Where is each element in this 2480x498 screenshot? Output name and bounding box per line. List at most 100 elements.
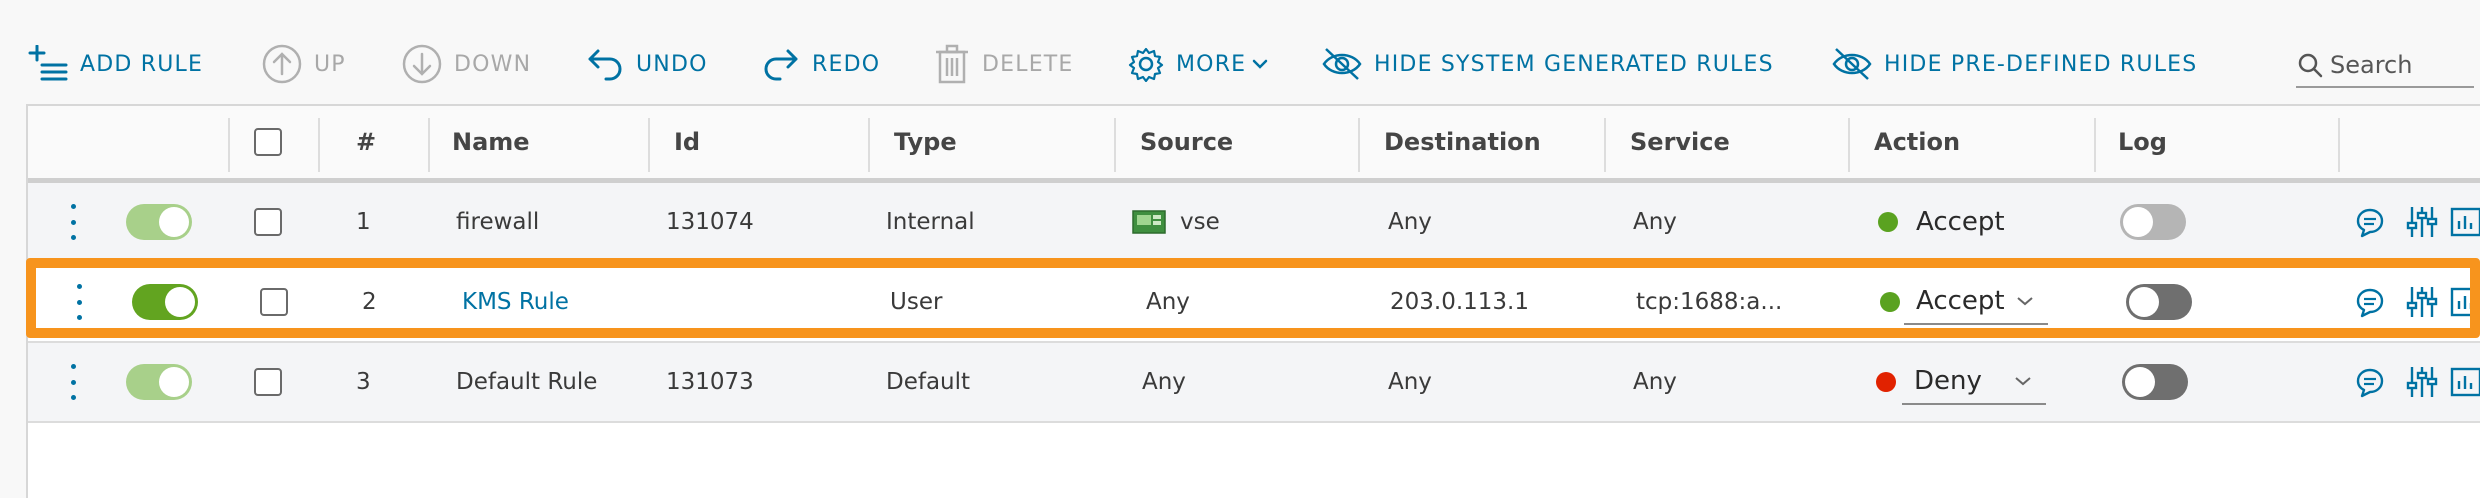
row-checkbox[interactable]	[254, 368, 282, 396]
delete-label: DELETE	[982, 51, 1074, 77]
chevron-down-icon	[1253, 59, 1268, 69]
log-toggle[interactable]	[2122, 364, 2188, 400]
row-menu-icon[interactable]	[70, 204, 76, 240]
action-select[interactable]: Accept	[1904, 279, 2048, 325]
rule-name: firewall	[456, 209, 540, 235]
add-list-icon	[28, 45, 68, 81]
accept-status-icon	[1878, 212, 1898, 232]
up-label: UP	[314, 51, 346, 77]
table-row[interactable]: 1 firewall 131074 Internal vse Any Any A…	[28, 183, 2480, 263]
more-button[interactable]: MORE	[1128, 40, 1268, 88]
rule-service: Any	[1633, 369, 1677, 395]
rule-type: Default	[886, 369, 971, 395]
column-service[interactable]: Service	[1630, 106, 1730, 178]
action-select[interactable]: Deny	[1902, 359, 2046, 405]
settings-sliders-icon[interactable]	[2406, 205, 2438, 239]
log-toggle[interactable]	[2126, 284, 2192, 320]
row-menu-icon[interactable]	[70, 364, 76, 400]
eye-hidden-icon	[1832, 48, 1872, 80]
column-name[interactable]: Name	[452, 106, 530, 178]
row-menu-icon[interactable]	[76, 284, 82, 320]
gear-icon	[1128, 47, 1164, 82]
rule-source: vse	[1132, 183, 1220, 261]
add-rule-label: ADD RULE	[80, 51, 204, 77]
action-label: Accept	[1916, 207, 2005, 237]
eye-hidden-icon	[1322, 48, 1362, 80]
column-log[interactable]: Log	[2118, 106, 2167, 178]
settings-sliders-icon[interactable]	[2406, 285, 2438, 319]
search-input[interactable]	[2324, 51, 2470, 79]
rule-id: 131074	[666, 209, 754, 235]
comment-icon[interactable]	[2354, 207, 2386, 239]
down-label: DOWN	[454, 51, 532, 77]
settings-sliders-icon[interactable]	[2406, 365, 2438, 399]
column-number[interactable]: #	[356, 106, 376, 178]
undo-button[interactable]: UNDO	[586, 40, 708, 88]
more-label: MORE	[1176, 51, 1247, 77]
grid-header: # Name Id Type Source Destination Servic…	[28, 106, 2480, 183]
firewall-rules-grid: # Name Id Type Source Destination Servic…	[26, 104, 2480, 498]
stats-chart-icon[interactable]	[2450, 287, 2480, 317]
redo-button[interactable]: REDO	[762, 40, 880, 88]
rule-name-link[interactable]: KMS Rule	[462, 263, 569, 341]
rule-type: User	[890, 289, 943, 315]
column-source[interactable]: Source	[1140, 106, 1233, 178]
rule-number: 2	[362, 289, 377, 315]
hide-system-rules-button[interactable]: HIDE SYSTEM GENERATED RULES	[1322, 40, 1774, 88]
select-all-checkbox[interactable]	[254, 128, 282, 156]
redo-label: REDO	[812, 51, 881, 77]
rule-enabled-toggle[interactable]	[126, 204, 192, 240]
rule-name: Default Rule	[456, 369, 598, 395]
log-toggle[interactable]	[2120, 204, 2186, 240]
rule-action: Accept	[1878, 183, 2005, 261]
rule-destination: 203.0.113.1	[1390, 289, 1529, 315]
arrow-up-circle-icon	[262, 44, 302, 84]
trash-icon	[936, 44, 968, 84]
rule-service: tcp:1688:a...	[1636, 289, 1783, 315]
action-select-value: Deny	[1914, 366, 1982, 396]
row-checkbox[interactable]	[254, 208, 282, 236]
rule-enabled-toggle[interactable]	[132, 284, 198, 320]
search-icon	[2298, 53, 2323, 78]
rule-source: Any	[1146, 289, 1190, 315]
column-destination[interactable]: Destination	[1384, 106, 1541, 178]
table-row[interactable]: 3 Default Rule 131073 Default Any Any An…	[28, 343, 2480, 423]
stats-chart-icon[interactable]	[2450, 367, 2480, 397]
rule-enabled-toggle[interactable]	[126, 364, 192, 400]
search-box	[2296, 44, 2474, 88]
rule-source: Any	[1142, 369, 1186, 395]
rule-id: 131073	[666, 369, 754, 395]
hide-system-rules-label: HIDE SYSTEM GENERATED RULES	[1374, 51, 1774, 77]
comment-icon[interactable]	[2354, 287, 2386, 319]
hide-predefined-rules-button[interactable]: HIDE PRE-DEFINED RULES	[1832, 40, 2197, 88]
accept-status-icon	[1880, 292, 1900, 312]
up-button[interactable]: UP	[262, 40, 346, 88]
redo-icon	[764, 49, 798, 81]
rule-number: 1	[356, 209, 371, 235]
down-button[interactable]: DOWN	[402, 40, 531, 88]
rule-type: Internal	[886, 209, 975, 235]
vm-icon	[1132, 210, 1166, 234]
rule-destination: Any	[1388, 369, 1432, 395]
rule-destination: Any	[1388, 209, 1432, 235]
column-id[interactable]: Id	[674, 106, 700, 178]
chevron-down-icon	[2015, 377, 2031, 386]
add-rule-button[interactable]: ADD RULE	[28, 40, 203, 88]
chevron-down-icon	[2017, 297, 2033, 306]
undo-label: UNDO	[636, 51, 708, 77]
action-select-value: Accept	[1916, 286, 2005, 316]
delete-button[interactable]: DELETE	[934, 40, 1074, 88]
stats-chart-icon[interactable]	[2450, 207, 2480, 237]
deny-status-icon	[1876, 372, 1896, 392]
column-action[interactable]: Action	[1874, 106, 1960, 178]
comment-icon[interactable]	[2354, 367, 2386, 399]
undo-icon	[588, 49, 622, 81]
hide-predefined-rules-label: HIDE PRE-DEFINED RULES	[1884, 51, 2198, 77]
column-type[interactable]: Type	[894, 106, 957, 178]
arrow-down-circle-icon	[402, 44, 442, 84]
row-checkbox[interactable]	[260, 288, 288, 316]
table-row-selected[interactable]: 2 KMS Rule User Any 203.0.113.1 tcp:1688…	[28, 263, 2480, 343]
rule-number: 3	[356, 369, 371, 395]
rule-service: Any	[1633, 209, 1677, 235]
source-label: vse	[1180, 209, 1220, 235]
